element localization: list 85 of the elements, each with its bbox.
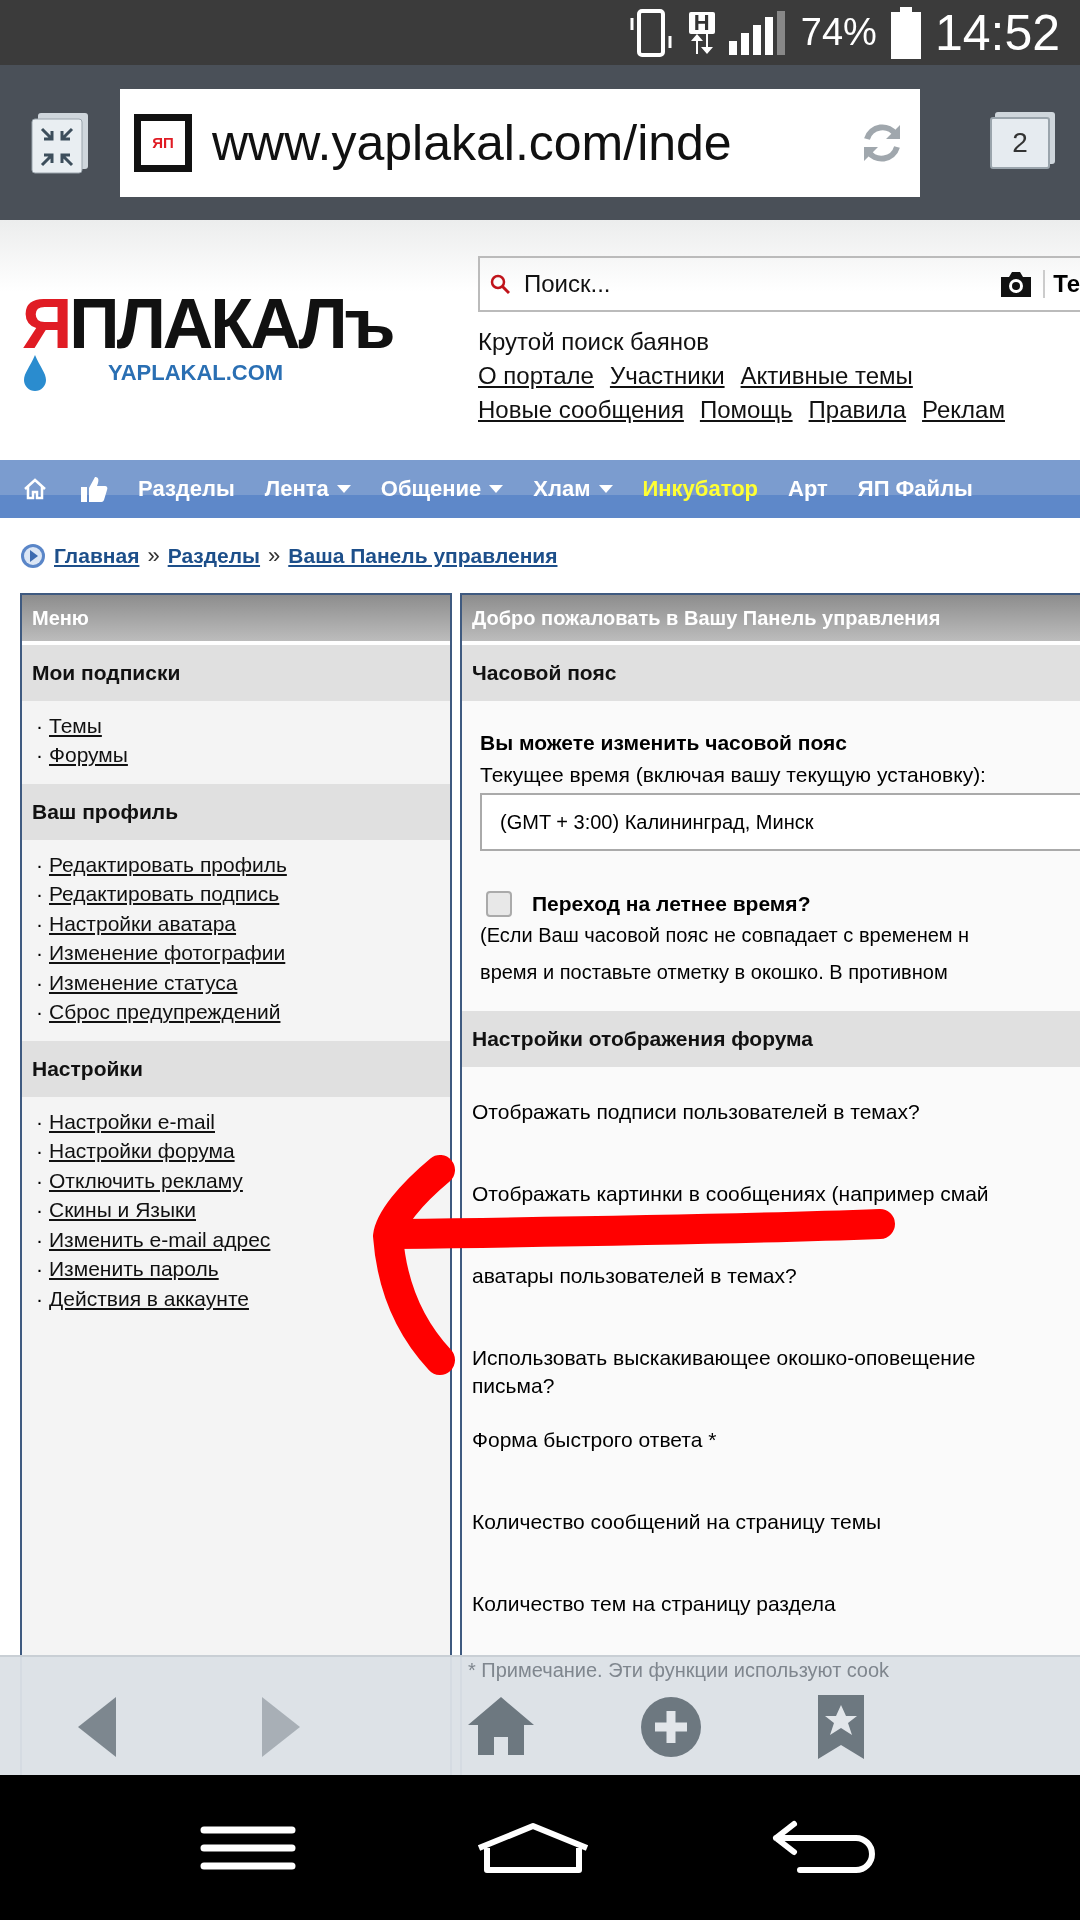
bullet: · <box>36 970 43 995</box>
menu-link[interactable]: Настройки форума <box>49 1139 235 1164</box>
menu-link[interactable]: Редактировать подпись <box>49 882 280 907</box>
breadcrumb-separator: » <box>268 542 281 569</box>
bullet: · <box>36 1000 43 1025</box>
header-link[interactable]: Новые сообщения <box>478 396 684 424</box>
section-header: Мои подписки <box>22 645 450 701</box>
header-link[interactable]: О портале <box>478 362 594 390</box>
section-header: Часовой пояс <box>462 645 1080 701</box>
breadcrumb-separator: » <box>147 542 160 569</box>
timezone-heading: Вы можете изменить часовой пояс <box>480 731 848 755</box>
panel-title: Меню <box>22 595 450 645</box>
header-link[interactable]: Правила <box>808 396 907 424</box>
timezone-note: (Если Ваш часовой пояс не совпадает с временем н <box>480 923 971 948</box>
bullet: · <box>36 713 43 738</box>
menu-link[interactable]: Изменить e-mail адрес <box>49 1227 271 1252</box>
menu-link[interactable]: Изменение статуса <box>49 970 238 995</box>
menu-link[interactable]: Настройки e-mail <box>49 1109 215 1134</box>
signal-icon <box>728 10 787 55</box>
bullet: · <box>36 1198 43 1223</box>
search-field[interactable]: Поиск... Те <box>478 256 1080 312</box>
battery-icon <box>890 6 921 59</box>
dst-checkbox[interactable] <box>486 891 512 917</box>
home-icon[interactable] <box>475 1821 591 1874</box>
setting-label: Отображать подписи пользователей в темах? <box>472 1099 921 1125</box>
menu-link[interactable]: Изменение фотографии <box>49 941 286 966</box>
menu-link[interactable]: Скины и Языки <box>49 1198 196 1223</box>
breadcrumb-link[interactable]: Главная <box>54 543 140 568</box>
header-link[interactable]: Реклам <box>922 396 1005 424</box>
dst-label: Переход на летнее время? <box>532 892 811 916</box>
section-header: Настройки <box>22 1041 450 1097</box>
header-link[interactable]: Помощь <box>699 396 793 424</box>
menu-link[interactable]: Редактировать профиль <box>49 852 287 877</box>
setting-label: аватары пользователей в темах? <box>472 1263 798 1289</box>
timezone-dropdown[interactable]: (GMT + 3:00) Калининград, Минск <box>480 793 1080 851</box>
header-link[interactable]: Активные темы <box>740 362 913 390</box>
play-icon <box>20 542 46 569</box>
caret-icon <box>598 485 613 493</box>
search-button[interactable]: Те <box>1043 270 1080 298</box>
breadcrumb-link[interactable]: Разделы <box>167 543 261 568</box>
camera-icon[interactable] <box>999 270 1034 298</box>
bullet: · <box>36 743 43 768</box>
bullet: · <box>36 882 43 907</box>
bullet: · <box>36 1227 43 1252</box>
bullet: · <box>36 1139 43 1164</box>
battery-percent: 74% <box>800 11 877 54</box>
menu-link[interactable]: Сброс предупреждений <box>49 1000 281 1025</box>
url-text: www.yaplakal.com/inde <box>212 113 733 172</box>
bullet: · <box>36 1168 43 1193</box>
menu-link[interactable]: Настройки аватара <box>49 911 237 936</box>
bullet: · <box>36 852 43 877</box>
address-bar[interactable]: ЯП www.yaplakal.com/inde <box>120 88 920 197</box>
search-icon <box>488 272 512 296</box>
site-logo[interactable]: ЯПЛАКАЛъ YAPLAKAL.COM <box>22 289 442 391</box>
menu-link[interactable]: Темы <box>49 713 102 738</box>
clock: 14:52 <box>934 3 1060 62</box>
collapse-icon[interactable] <box>30 110 90 175</box>
bullet: · <box>36 1257 43 1282</box>
section-header: Ваш профиль <box>22 784 450 840</box>
bullet: · <box>36 911 43 936</box>
menu-link[interactable]: Действия в аккаунте <box>49 1286 249 1311</box>
thumbs-up-icon[interactable] <box>78 474 108 504</box>
caret-icon <box>489 485 504 493</box>
setting-label: Отображать картинки в сообщениях (например смай <box>472 1181 990 1207</box>
header-link[interactable]: Участники <box>609 362 725 390</box>
caret-icon <box>336 485 351 493</box>
panel-title: Добро пожаловать в Вашу Панель управления <box>462 595 1080 645</box>
breadcrumb-link[interactable]: Ваша Панель управления <box>288 543 558 568</box>
menu-link[interactable]: Отключить рекламу <box>49 1168 243 1193</box>
site-favicon: ЯП <box>134 113 192 172</box>
footnote: * Примечание. Эти функции используют cook <box>468 1659 890 1682</box>
menu-link[interactable]: Изменить пароль <box>49 1257 219 1282</box>
current-time-label: Текущее время (включая вашу текущую установку): <box>480 763 987 787</box>
bullet: · <box>36 1109 43 1134</box>
menu-link[interactable]: Форумы <box>49 743 128 768</box>
bullet: · <box>36 1286 43 1311</box>
timezone-note: время и поставьте отметку в окошко. В противном <box>480 960 949 985</box>
bullet: · <box>36 941 43 966</box>
setting-label: Количество сообщений на страницу темы <box>472 1509 883 1535</box>
vibrate-icon <box>628 7 675 58</box>
setting-label: Количество тем на страницу раздела <box>472 1591 837 1617</box>
setting-label: Использовать выскакивающее окошко-оповещение письма? <box>472 1345 977 1399</box>
setting-label: Форма быстрого ответа * <box>472 1427 718 1453</box>
tagline: Крутой поиск баянов <box>478 328 710 356</box>
section-header: Настройки отображения форума <box>462 1011 1080 1067</box>
